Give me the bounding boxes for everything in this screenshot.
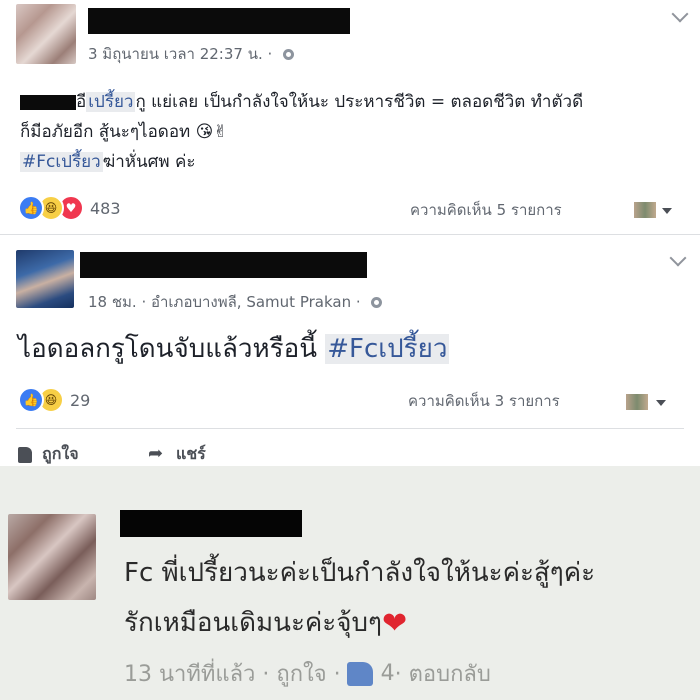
comment-text-line-1: Fc พี่เปรี้ยวนะค่ะเป็นกำลังใจให้นะค่ะสู้… <box>124 558 596 588</box>
text-fragment: กู แย่เลย เป็นกำลังใจให้นะ ประหารชีวิต =… <box>135 92 584 112</box>
post-text-line-1: อี เปรี้ยว กู แย่เลย เป็นกำลังใจให้นะ ประห… <box>20 88 583 115</box>
post-timestamp[interactable]: 3 มิถุนายน เวลา 22:37 น. · <box>88 42 295 66</box>
hashtag-link[interactable]: เปรี้ยว <box>86 92 136 112</box>
chevron-down-icon[interactable] <box>662 208 672 214</box>
chevron-down-icon[interactable] <box>656 400 666 406</box>
reply-link[interactable]: · ตอบกลับ <box>395 656 491 691</box>
post-text-line-2: ก็มีอภัยอีก สู้นะๆไอดอท 😘✌ <box>20 118 228 145</box>
share-button[interactable]: แชร์ <box>148 442 206 467</box>
reaction-count: 483 <box>90 198 121 218</box>
comment-time-and-like[interactable]: 13 นาทีที่แล้ว · ถูกใจ · <box>124 656 341 691</box>
timestamp-text[interactable]: 3 มิถุนายน เวลา 22:37 น. <box>88 45 263 63</box>
divider <box>16 428 684 429</box>
comment-like-count: 4 <box>380 661 395 686</box>
thumbs-up-icon <box>18 446 32 463</box>
globe-icon <box>283 49 295 60</box>
redacted-word <box>20 94 76 110</box>
reaction-summary[interactable]: 👍 😆 ♥ 483 <box>18 195 121 221</box>
separator: · <box>262 45 278 63</box>
heart-icon: ❤ <box>381 606 408 641</box>
timestamp-text[interactable]: 18 ชม. · อำเภอบางพลี, Samut Prakan · <box>88 293 365 311</box>
post-timestamp[interactable]: 18 ชม. · อำเภอบางพลี, Samut Prakan · <box>88 290 383 314</box>
like-button[interactable]: ถูกใจ <box>18 442 79 467</box>
share-icon <box>148 443 166 464</box>
emoji: 😘✌ <box>195 122 228 142</box>
like-icon: 👍 <box>18 387 44 413</box>
globe-icon <box>371 297 383 308</box>
text-fragment: ไอดอลกรูโดนจับแล้วหรือนี้ <box>18 334 326 364</box>
hashtag-link[interactable]: #Fcเปรี้ยว <box>325 334 450 364</box>
redacted-name <box>120 510 302 537</box>
comments-count-link[interactable]: ความคิดเห็น 3 รายการ <box>408 389 560 413</box>
text-fragment: อี <box>76 92 87 112</box>
thumbs-up-icon <box>346 661 373 686</box>
avatar[interactable] <box>16 4 76 64</box>
comment-text-line-2: รักเหมือนเดิมนะค่ะจุ้บๆ❤ <box>124 602 407 643</box>
viewer-avatar <box>634 202 656 218</box>
text-fragment: รักเหมือนเดิมนะค่ะจุ้บๆ <box>124 608 382 638</box>
hashtag-link[interactable]: #Fcเปรี้ยว <box>20 152 103 172</box>
like-icon: 👍 <box>18 195 44 221</box>
like-label: ถูกใจ <box>42 444 79 463</box>
text-fragment: ก็มีอภัยอีก สู้นะๆไอดอท <box>20 122 191 142</box>
share-label: แชร์ <box>176 444 206 463</box>
avatar[interactable] <box>8 514 96 600</box>
comments-count-link[interactable]: ความคิดเห็น 5 รายการ <box>410 198 562 222</box>
reaction-summary[interactable]: 👍 😆 29 <box>18 387 90 413</box>
post-text: ไอดอลกรูโดนจับแล้วหรือนี้ #Fcเปรี้ยว <box>18 328 450 369</box>
comment-meta: 13 นาทีที่แล้ว · ถูกใจ · 4 · ตอบกลับ <box>124 656 491 691</box>
viewer-avatar <box>626 394 648 410</box>
redacted-name <box>88 8 350 34</box>
redacted-name <box>80 252 367 278</box>
avatar[interactable] <box>16 250 74 308</box>
post-text-line-3: #Fcเปรี้ยว ฆ่าหั่นศพ ค่ะ <box>20 148 196 175</box>
text-fragment: ฆ่าหั่นศพ ค่ะ <box>102 152 196 172</box>
reaction-count: 29 <box>70 390 91 410</box>
